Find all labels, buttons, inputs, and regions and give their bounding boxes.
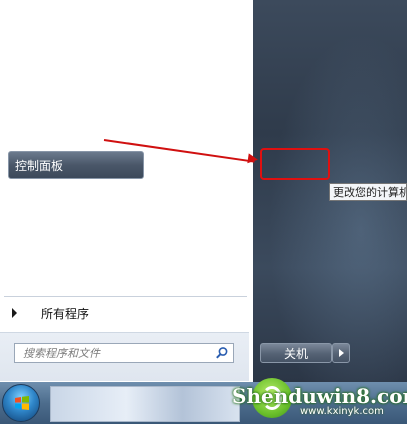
- watermark-text: Shenduwin8.com: [232, 384, 407, 408]
- shutdown-button[interactable]: 关机: [260, 343, 332, 363]
- menu-item-pictures[interactable]: 图片: [8, 7, 144, 33]
- menu-item-label: 帮助和支持: [14, 263, 75, 278]
- menu-item-label: 音乐: [14, 47, 39, 62]
- menu-item-devices-printers[interactable]: 设备和打印机: [8, 187, 144, 213]
- annotation-arrow-head: [247, 153, 259, 165]
- menu-separator: [8, 74, 144, 75]
- windows-logo-icon: [15, 396, 29, 410]
- watermark-url: www.kxinyk.com: [300, 406, 384, 417]
- shutdown-label: 关机: [283, 346, 308, 361]
- menu-item-control-panel[interactable]: 控制面板: [8, 151, 144, 179]
- menu-item-computer[interactable]: 计算机: [8, 114, 144, 140]
- menu-item-run[interactable]: 运行...: [8, 291, 144, 317]
- menu-separator: [8, 145, 144, 146]
- search-icon[interactable]: [215, 346, 229, 360]
- shutdown-options-button[interactable]: [332, 343, 350, 363]
- menu-item-label: 设备和打印机: [14, 193, 87, 208]
- search-box[interactable]: [14, 343, 234, 363]
- menu-item-label: 图片: [14, 13, 39, 28]
- menu-separator: [8, 288, 144, 289]
- menu-item-label: 控制面板: [15, 158, 64, 173]
- menu-item-music[interactable]: 音乐: [8, 41, 144, 67]
- menu-item-label: 运行...: [14, 297, 50, 312]
- control-panel-tooltip: 更改您的计算机设置: [329, 183, 407, 201]
- menu-item-help-support[interactable]: 帮助和支持: [8, 257, 144, 283]
- tooltip-text: 更改您的计算机设置: [333, 186, 406, 199]
- menu-item-games[interactable]: 游戏: [8, 79, 144, 105]
- search-row: [0, 332, 249, 381]
- annotation-highlight-box: [260, 148, 330, 180]
- menu-item-label: 游戏: [14, 85, 39, 100]
- chevron-right-icon: [338, 349, 344, 357]
- search-input[interactable]: [15, 345, 215, 361]
- menu-item-label: 默认程序: [14, 228, 63, 243]
- menu-item-label: 计算机: [14, 120, 51, 135]
- menu-item-default-programs[interactable]: 默认程序: [8, 222, 144, 248]
- start-button[interactable]: [2, 384, 40, 422]
- taskbar-window-thumbnail[interactable]: [50, 386, 240, 422]
